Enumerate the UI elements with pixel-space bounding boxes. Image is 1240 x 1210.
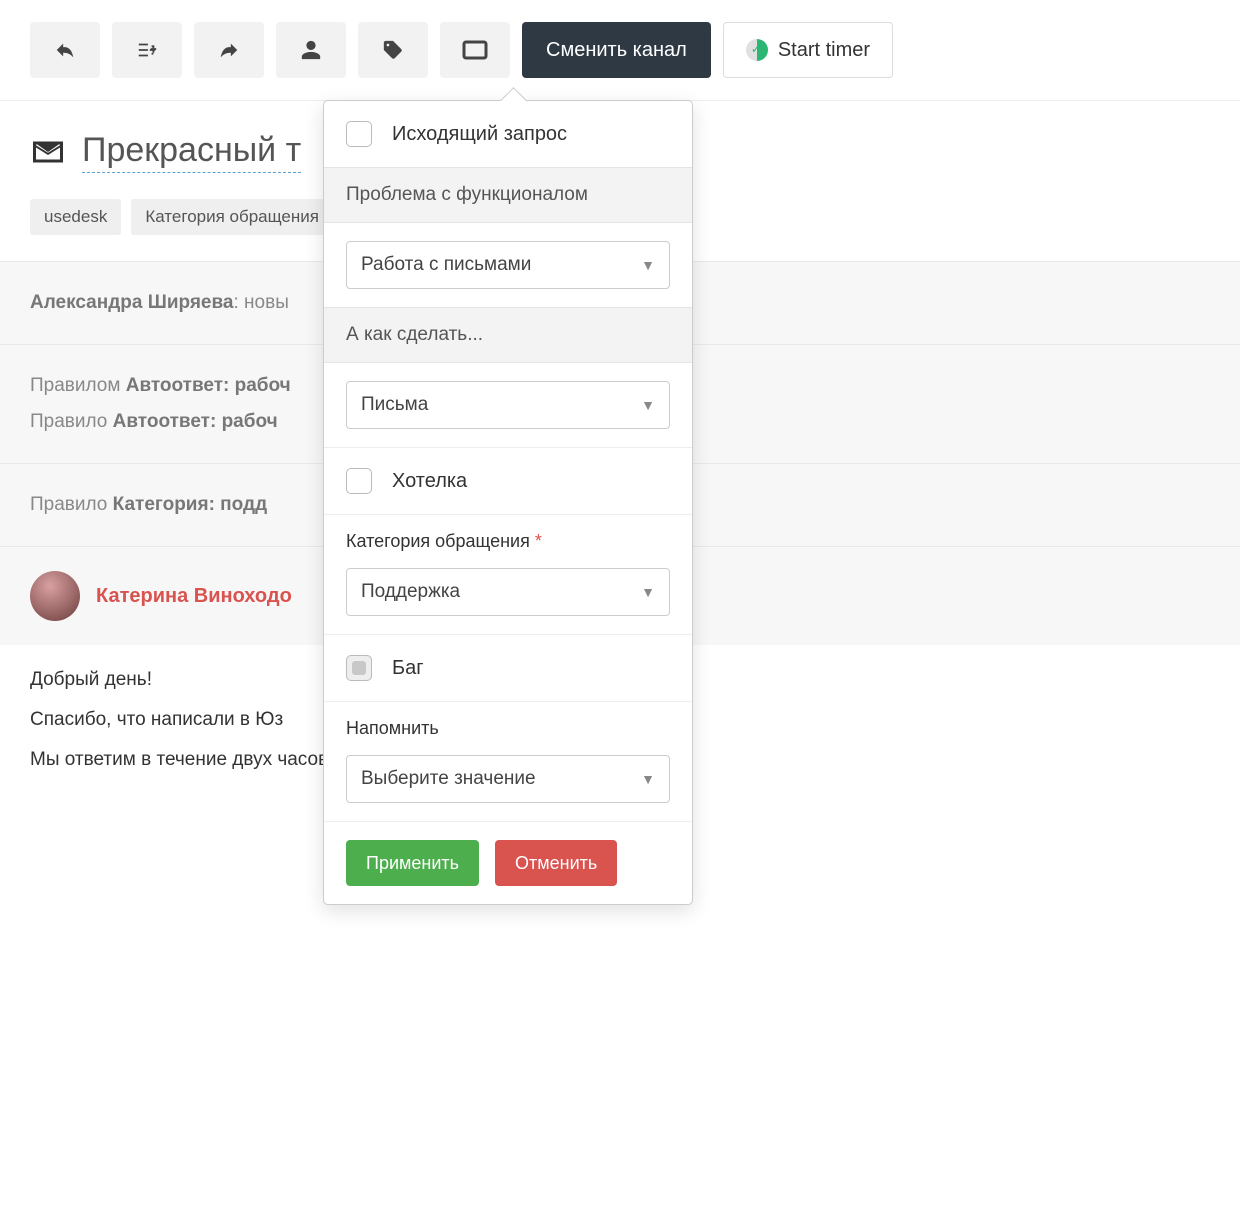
- category-select-value: Поддержка: [361, 581, 460, 603]
- panel-icon: [462, 40, 488, 60]
- user-icon: [300, 39, 322, 61]
- wish-checkbox[interactable]: [346, 468, 372, 494]
- section-remind-header: Напомнить: [324, 702, 692, 755]
- reply-button[interactable]: [30, 22, 100, 78]
- event-prefix: Правило: [30, 494, 113, 515]
- apply-button[interactable]: Применить: [346, 840, 479, 886]
- start-timer-label: Start timer: [778, 39, 870, 62]
- tag-icon: [382, 39, 404, 61]
- section-category-header: Категория обращения *: [324, 515, 692, 568]
- fields-popover: Исходящий запрос Проблема с функционалом…: [323, 100, 693, 905]
- event-author: Александра Ширяева: [30, 292, 234, 313]
- event-prefix: Правило: [30, 411, 113, 432]
- avatar: [30, 571, 80, 621]
- assign-button[interactable]: [276, 22, 346, 78]
- bug-label: Баг: [392, 657, 424, 680]
- ticket-title[interactable]: Прекрасный т: [82, 131, 301, 173]
- event-text: : новы: [234, 292, 289, 313]
- chevron-down-icon: ▼: [641, 397, 655, 413]
- event-prefix: Правилом: [30, 375, 126, 396]
- bug-checkbox[interactable]: [346, 655, 372, 681]
- chevron-down-icon: ▼: [641, 257, 655, 273]
- outgoing-checkbox[interactable]: [346, 121, 372, 147]
- wish-row: Хотелка: [324, 448, 692, 514]
- howto-select[interactable]: Письма ▼: [346, 381, 670, 429]
- timer-icon: [746, 39, 768, 61]
- chevron-down-icon: ▼: [641, 584, 655, 600]
- outgoing-label: Исходящий запрос: [392, 123, 567, 146]
- howto-select-value: Письма: [361, 394, 428, 416]
- tag-item[interactable]: usedesk: [30, 199, 121, 235]
- tag-item[interactable]: Категория обращения: [131, 199, 333, 235]
- tag-button[interactable]: [358, 22, 428, 78]
- forward-button[interactable]: [194, 22, 264, 78]
- outgoing-request-row: Исходящий запрос: [324, 101, 692, 167]
- change-channel-button[interactable]: Сменить канал: [522, 22, 711, 78]
- section-howto: А как сделать...: [324, 307, 692, 363]
- remind-select[interactable]: Выберите значение ▼: [346, 755, 670, 803]
- reply-author[interactable]: Катерина Виноходо: [96, 585, 292, 608]
- section-problem: Проблема с функционалом: [324, 167, 692, 223]
- category-select[interactable]: Поддержка ▼: [346, 568, 670, 616]
- event-rule: Автоответ: рабоч: [113, 411, 278, 432]
- reply-icon: [54, 39, 76, 61]
- mail-icon: [30, 134, 66, 170]
- event-rule: Категория: подд: [113, 494, 267, 515]
- chevron-down-icon: ▼: [641, 771, 655, 787]
- forward-icon: [218, 39, 240, 61]
- cancel-button[interactable]: Отменить: [495, 840, 617, 886]
- event-rule: Автоответ: рабоч: [126, 375, 291, 396]
- wish-label: Хотелка: [392, 470, 467, 493]
- fields-button[interactable]: [440, 22, 510, 78]
- section-category-label: Категория обращения: [346, 531, 530, 551]
- problem-select-value: Работа с письмами: [361, 254, 531, 276]
- toolbar: Сменить канал Start timer: [0, 0, 1240, 100]
- bug-row: Баг: [324, 635, 692, 701]
- add-list-icon: [136, 39, 158, 61]
- problem-select[interactable]: Работа с письмами ▼: [346, 241, 670, 289]
- required-marker: *: [535, 531, 542, 551]
- remind-select-value: Выберите значение: [361, 768, 536, 790]
- popover-footer: Применить Отменить: [324, 821, 692, 904]
- add-list-button[interactable]: [112, 22, 182, 78]
- start-timer-button[interactable]: Start timer: [723, 22, 893, 78]
